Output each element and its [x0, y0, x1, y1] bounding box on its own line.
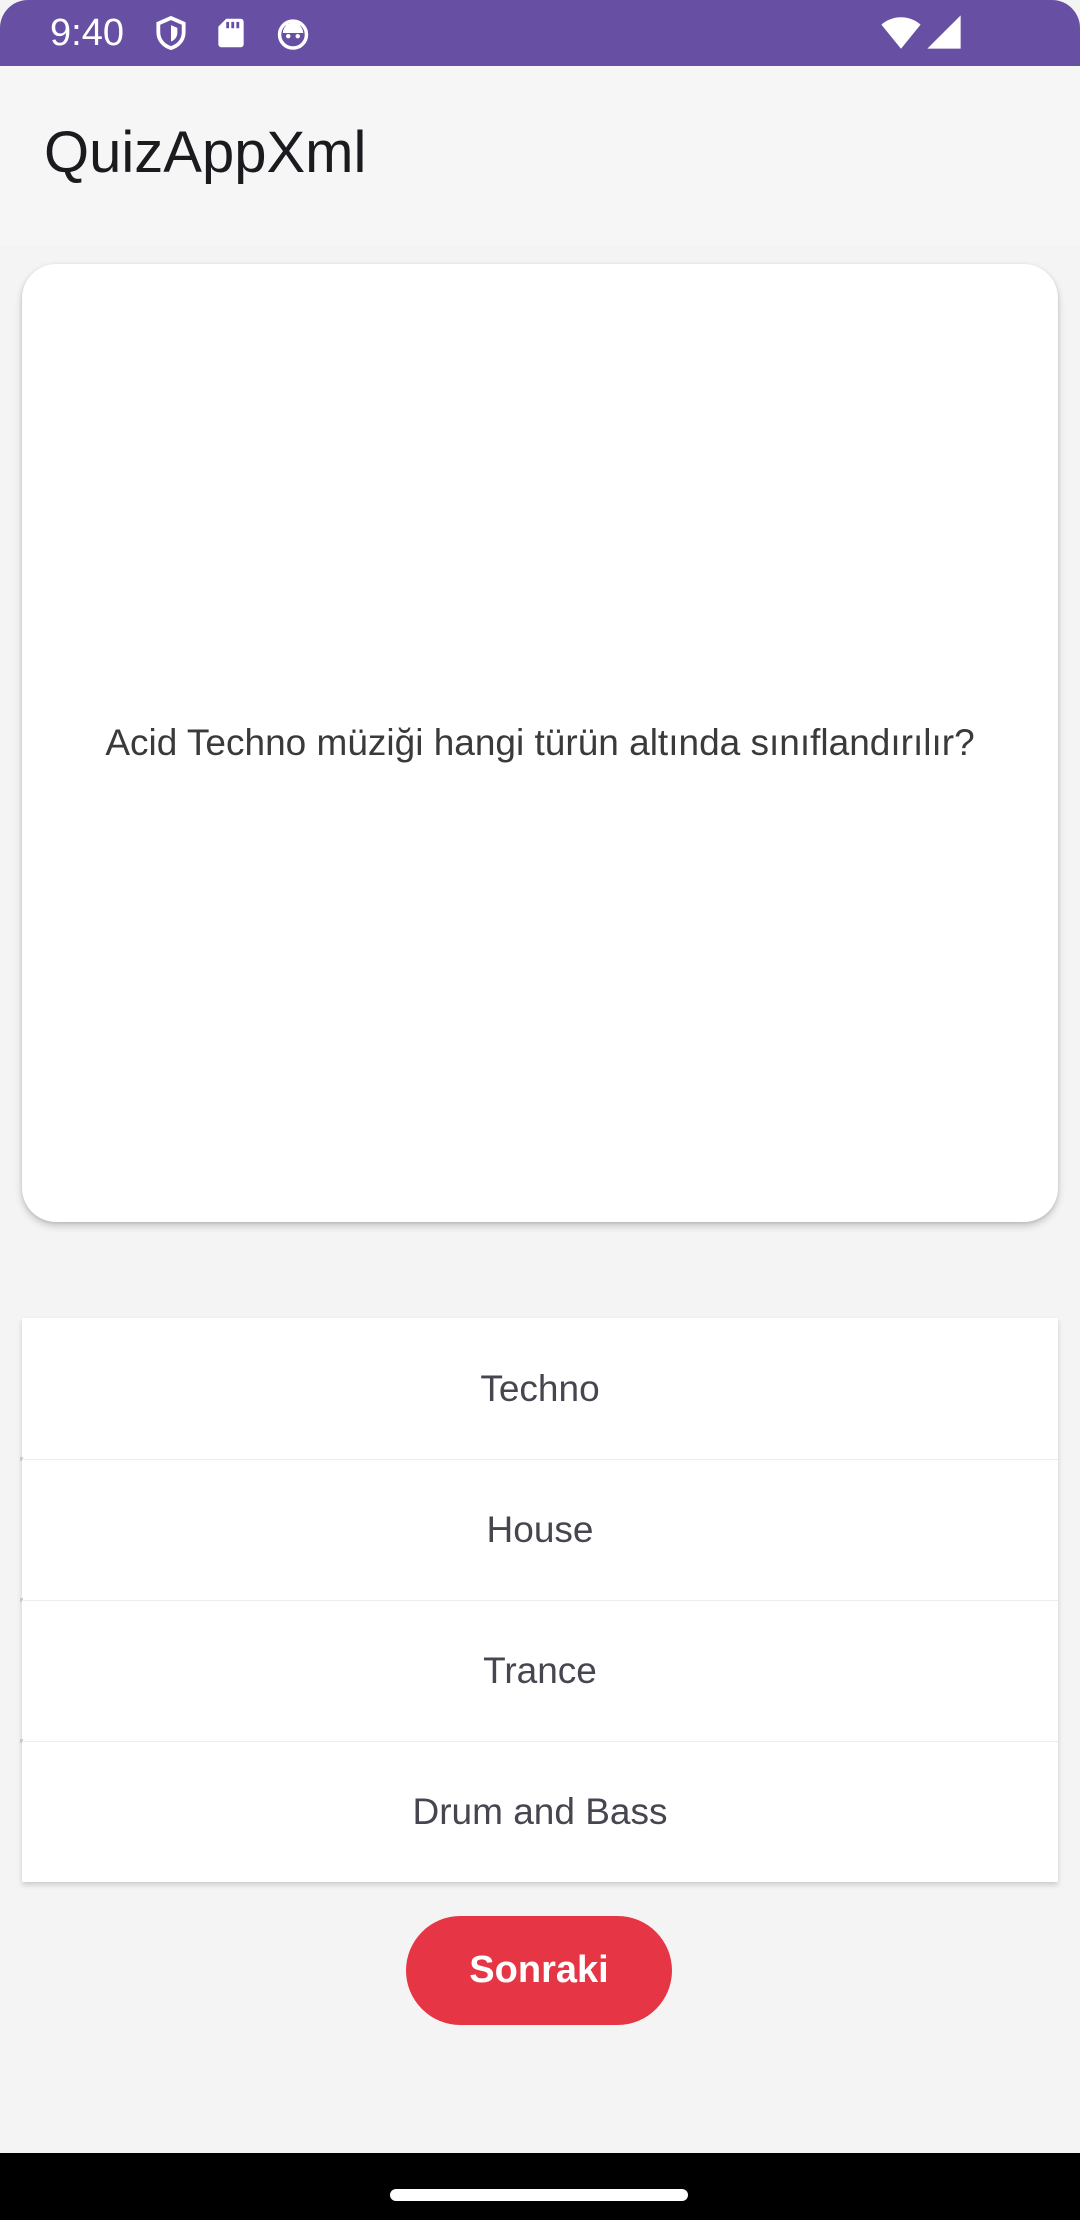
sd-card-icon [212, 14, 250, 52]
option-drum-and-bass[interactable]: Drum and Bass [22, 1741, 1058, 1882]
navigation-bar [0, 2153, 1080, 2220]
app-title: QuizAppXml [44, 120, 367, 185]
quiz-screen: 9:40 QuizAppXml Acid Techno müziği hangi… [0, 0, 1080, 2220]
option-trance[interactable]: Trance [20, 1600, 1058, 1743]
answer-options: Techno House Trance Drum and Bass [20, 1318, 1058, 1882]
question-text: Acid Techno müziği hangi türün altında s… [105, 722, 975, 763]
question-card: Acid Techno müziği hangi türün altında s… [22, 264, 1058, 1222]
next-button[interactable]: Sonraki [406, 1916, 672, 2025]
option-techno[interactable]: Techno [20, 1318, 1058, 1461]
cell-signal-icon [924, 12, 964, 52]
app-bar: QuizAppXml [0, 66, 1080, 246]
shield-icon [152, 14, 190, 52]
status-bar: 9:40 [0, 0, 1080, 66]
home-gesture-handle[interactable] [390, 2189, 688, 2201]
status-time: 9:40 [50, 12, 124, 54]
wifi-icon [880, 12, 922, 54]
android-face-icon [274, 14, 312, 52]
option-house[interactable]: House [20, 1459, 1058, 1602]
